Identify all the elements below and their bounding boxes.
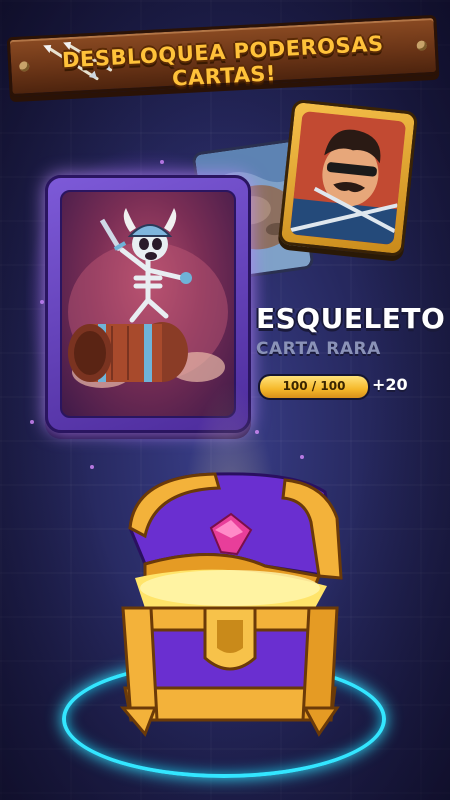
lock-icon [203, 606, 257, 671]
sparkle [90, 465, 94, 469]
barrel-icon [68, 322, 188, 382]
card-name: ESQUELETO [256, 302, 446, 335]
card-rarity: CARTA RARA [256, 339, 381, 359]
card-back-hero [277, 98, 419, 258]
bonus-count: +20 [372, 375, 408, 394]
treasure-chest[interactable] [105, 458, 355, 738]
hero-art [289, 110, 407, 246]
